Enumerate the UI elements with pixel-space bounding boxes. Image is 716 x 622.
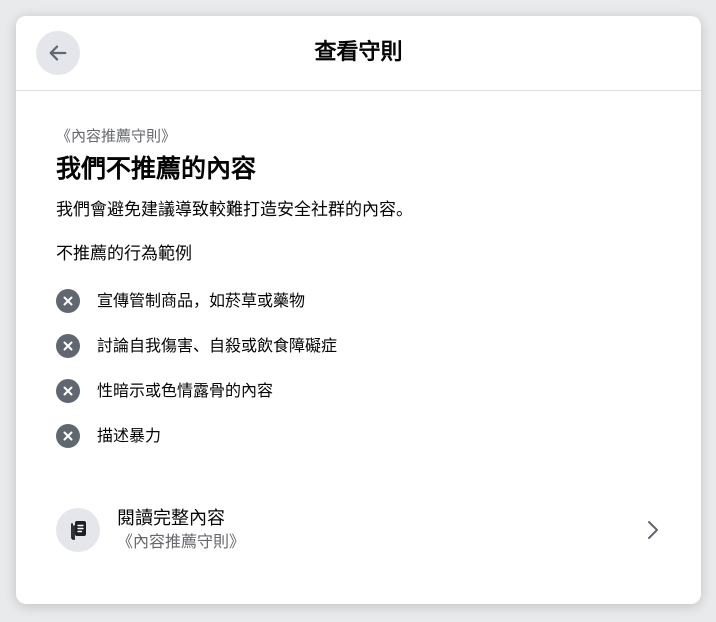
section-description: 我們會避免建議導致較難打造安全社群的內容。 (56, 200, 413, 220)
guidelines-dialog: 查看守則 《內容推薦守則》 我們不推薦的內容 我們會避免建議導致較難打造安全社群… (16, 16, 701, 604)
list-item: 討論自我傷害、自殺或飲食障礙症 (56, 323, 661, 368)
guidelines-subtitle: 《內容推薦守則》 (56, 127, 177, 145)
x-circle-icon (56, 378, 80, 403)
read-full-guidelines-link[interactable]: 閱讀完整內容 《內容推薦守則》 (56, 502, 665, 558)
dialog-header: 查看守則 (16, 16, 701, 91)
read-more-text: 閱讀完整內容 《內容推薦守則》 (117, 507, 641, 553)
book-icon-container (56, 508, 100, 552)
example-text: 性暗示或色情露骨的內容 (97, 380, 274, 400)
list-item: 描述暴力 (56, 413, 661, 458)
list-item: 性暗示或色情露骨的內容 (56, 368, 661, 413)
guidelines-content: 《內容推薦守則》 我們不推薦的內容 我們會避免建議導致較難打造安全社群的內容。 … (56, 126, 661, 458)
x-circle-icon (56, 288, 80, 313)
section-title: 我們不推薦的內容 (56, 154, 257, 183)
examples-list: 宣傳管制商品，如菸草或藥物 討論自我傷害、自殺或飲食障礙症 性暗示或色情露骨的內… (56, 278, 661, 458)
example-text: 討論自我傷害、自殺或飲食障礙症 (97, 335, 338, 355)
example-text: 描述暴力 (97, 425, 162, 445)
examples-label: 不推薦的行為範例 (56, 244, 192, 264)
list-item: 宣傳管制商品，如菸草或藥物 (56, 278, 661, 323)
example-text: 宣傳管制商品，如菸草或藥物 (97, 290, 306, 310)
read-more-title: 閱讀完整內容 (117, 508, 225, 529)
x-circle-icon (56, 333, 80, 358)
dialog-title: 查看守則 (314, 40, 403, 65)
read-more-subtitle: 《內容推薦守則》 (117, 532, 246, 551)
chevron-right-icon[interactable] (641, 518, 665, 542)
x-circle-icon (56, 423, 80, 448)
book-icon (71, 521, 86, 540)
